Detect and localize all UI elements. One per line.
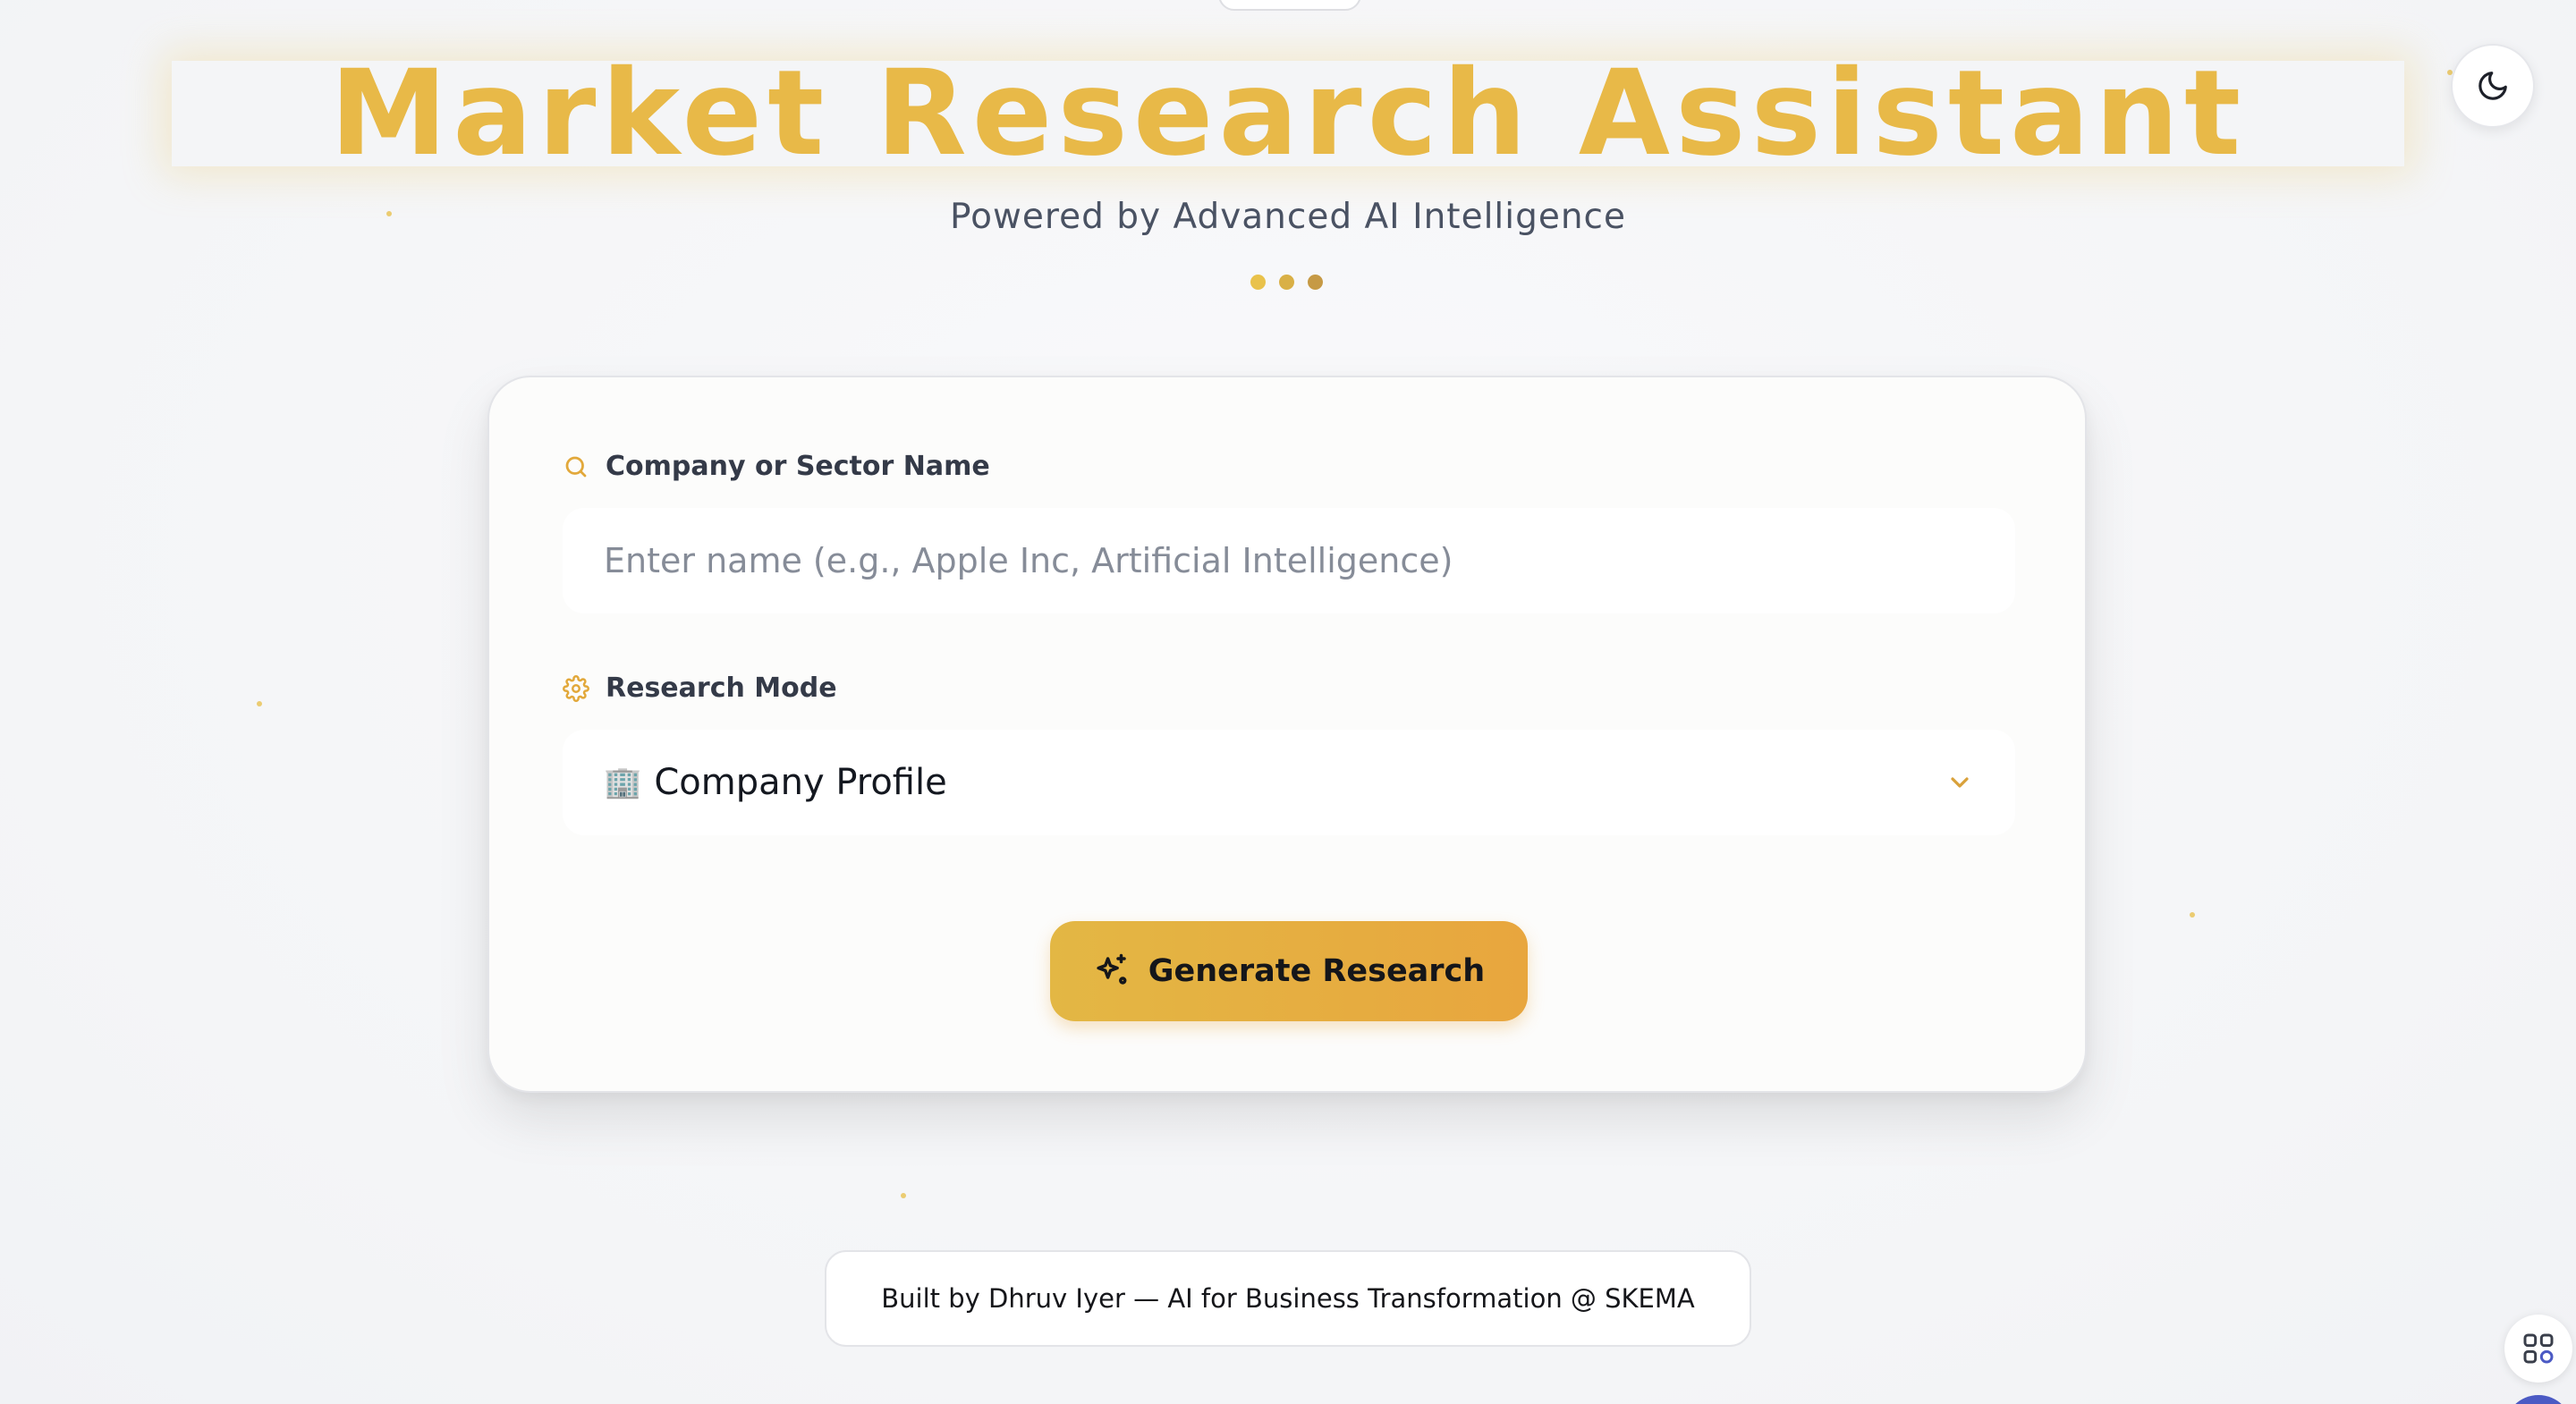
sparkles-icon — [1097, 953, 1127, 985]
top-tab[interactable] — [1218, 0, 1361, 11]
gear-icon — [563, 674, 589, 702]
chevron-down-icon — [1951, 777, 1969, 788]
moon-icon — [2479, 72, 2507, 100]
mode-field-label-text: Research Mode — [606, 672, 837, 704]
sparkle-decoration — [901, 1193, 906, 1198]
research-mode-select[interactable]: 🏢 Company Profile — [563, 730, 2015, 835]
sparkle-decoration — [257, 701, 262, 706]
name-field-label: Company or Sector Name — [563, 451, 990, 482]
page: Market Research Assistant Powered by Adv… — [0, 0, 2576, 1404]
generate-research-label: Generate Research — [1148, 953, 1486, 989]
apps-icon — [2523, 1333, 2554, 1364]
search-icon — [565, 456, 587, 477]
loading-dot — [1308, 275, 1323, 290]
page-title: Market Research Assistant — [329, 45, 2247, 182]
building-icon: 🏢 — [604, 765, 642, 800]
company-name-input[interactable] — [563, 508, 2015, 613]
page-subtitle: Powered by Advanced AI Intelligence — [950, 197, 1626, 237]
sparkle-decoration — [2190, 912, 2195, 918]
name-field-label-text: Company or Sector Name — [606, 451, 990, 482]
footer-text: Built by Dhruv Iyer — AI for Business Tr… — [881, 1283, 1695, 1314]
research-mode-selected: Company Profile — [654, 762, 947, 803]
loading-dots — [1250, 275, 1323, 290]
loading-dot — [1279, 275, 1294, 290]
research-form-card: Company or Sector Name Research Mode 🏢 C… — [487, 376, 2087, 1093]
assistant-widget-button[interactable] — [2504, 1395, 2572, 1404]
theme-toggle-button[interactable] — [2451, 44, 2535, 128]
mode-field-label: Research Mode — [563, 672, 837, 704]
loading-dot — [1250, 275, 1266, 290]
apps-widget-button[interactable] — [2504, 1315, 2572, 1383]
footer-credit: Built by Dhruv Iyer — AI for Business Tr… — [825, 1250, 1751, 1347]
generate-research-button[interactable]: Generate Research — [1050, 921, 1528, 1021]
